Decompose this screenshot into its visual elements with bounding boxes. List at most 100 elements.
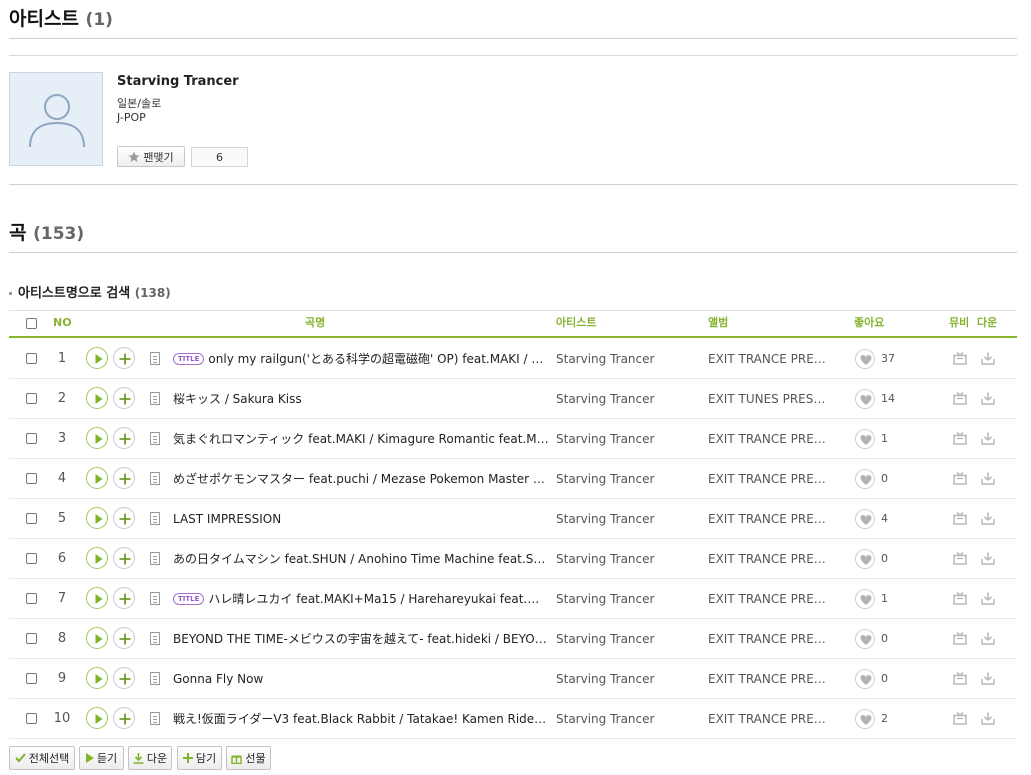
song-info-icon[interactable] — [150, 392, 160, 405]
album-cell[interactable]: EXIT TUNES PRESENTS — [708, 379, 828, 419]
artist-cell[interactable]: Starving Trancer — [556, 459, 696, 499]
add-to-playlist-button[interactable] — [113, 347, 135, 369]
song-title[interactable]: ハレ晴レユカイ feat.MAKI+Ma15 / Harehareyukai f… — [208, 592, 549, 606]
song-title-cell[interactable]: TITLE ハレ晴レユカイ feat.MAKI+Ma15 / Harehareyu… — [173, 579, 549, 619]
table-row[interactable]: 1 TITLE only my railgun('とある科学の超電磁砲' OP) f… — [9, 339, 1017, 379]
add-to-playlist-button[interactable] — [113, 707, 135, 729]
song-info-icon[interactable] — [150, 712, 160, 725]
row-checkbox[interactable] — [26, 353, 37, 364]
song-title-cell[interactable]: LAST IMPRESSION — [173, 499, 549, 539]
album-cell[interactable]: EXIT TRANCE PRESENTS — [708, 579, 828, 619]
song-title[interactable]: LAST IMPRESSION — [173, 512, 281, 526]
song-title-cell[interactable]: 気まぐれロマンティック feat.MAKI / Kimagure Romanti… — [173, 419, 549, 459]
artist-cell[interactable]: Starving Trancer — [556, 379, 696, 419]
play-button[interactable] — [86, 387, 108, 409]
song-info-icon[interactable] — [150, 672, 160, 685]
row-checkbox[interactable] — [26, 593, 37, 604]
download-icon[interactable] — [981, 432, 995, 445]
row-checkbox[interactable] — [26, 673, 37, 684]
download-icon[interactable] — [981, 632, 995, 645]
song-title-cell[interactable]: 桜キッス / Sakura Kiss — [173, 379, 549, 419]
artist-cell[interactable]: Starving Trancer — [556, 579, 696, 619]
add-to-playlist-button[interactable] — [113, 387, 135, 409]
table-row[interactable]: 2 桜キッス / Sakura Kiss Starving Trancer EXIT … — [9, 379, 1017, 419]
play-button[interactable] — [86, 587, 108, 609]
select-all-button[interactable]: 전체선택 — [9, 746, 75, 770]
artist-cell[interactable]: Starving Trancer — [556, 499, 696, 539]
add-to-playlist-button[interactable] — [113, 667, 135, 689]
music-video-icon[interactable] — [953, 712, 967, 725]
artist-cell[interactable]: Starving Trancer — [556, 339, 696, 379]
artist-cell[interactable]: Starving Trancer — [556, 619, 696, 659]
song-title-cell[interactable]: あの日タイムマシン feat.SHUN / Anohino Time Machi… — [173, 539, 549, 579]
artist-cell[interactable]: Starving Trancer — [556, 539, 696, 579]
download-icon[interactable] — [981, 672, 995, 685]
play-button[interactable] — [86, 667, 108, 689]
row-checkbox[interactable] — [26, 553, 37, 564]
download-icon[interactable] — [981, 712, 995, 725]
artist-cell[interactable]: Starving Trancer — [556, 419, 696, 459]
table-row[interactable]: 4 めざせポケモンマスター feat.puchi / Mezase Pokemon… — [9, 459, 1017, 499]
album-cell[interactable]: EXIT TRANCE PRESENTS — [708, 539, 828, 579]
like-button[interactable] — [855, 669, 875, 689]
fan-button[interactable]: 팬맺기 — [117, 146, 185, 167]
like-button[interactable] — [855, 629, 875, 649]
song-title-cell[interactable]: 戦え!仮面ライダーV3 feat.Black Rabbit / Tatakae!… — [173, 699, 549, 739]
album-cell[interactable]: EXIT TRANCE PRESENTS — [708, 699, 828, 739]
song-info-icon[interactable] — [150, 472, 160, 485]
song-title[interactable]: BEYOND THE TIME-メビウスの宇宙を越えて- feat.hideki… — [173, 632, 549, 646]
table-row[interactable]: 7 TITLE ハレ晴レユカイ feat.MAKI+Ma15 / Hareharey… — [9, 579, 1017, 619]
play-button[interactable] — [86, 507, 108, 529]
like-button[interactable] — [855, 429, 875, 449]
song-title[interactable]: 戦え!仮面ライダーV3 feat.Black Rabbit / Tatakae!… — [173, 712, 549, 726]
gift-button[interactable]: 선물 — [226, 746, 271, 770]
table-row[interactable]: 8 BEYOND THE TIME-メビウスの宇宙を越えて- feat.hidek… — [9, 619, 1017, 659]
music-video-icon[interactable] — [953, 472, 967, 485]
add-button[interactable]: 담기 — [177, 746, 222, 770]
row-checkbox[interactable] — [26, 513, 37, 524]
music-video-icon[interactable] — [953, 592, 967, 605]
music-video-icon[interactable] — [953, 392, 967, 405]
album-cell[interactable]: EXIT TRANCE PRESENTS — [708, 659, 828, 699]
like-button[interactable] — [855, 709, 875, 729]
download-icon[interactable] — [981, 592, 995, 605]
row-checkbox[interactable] — [26, 473, 37, 484]
play-button[interactable] — [86, 627, 108, 649]
row-checkbox[interactable] — [26, 633, 37, 644]
music-video-icon[interactable] — [953, 552, 967, 565]
table-row[interactable]: 3 気まぐれロマンティック feat.MAKI / Kimagure Romant… — [9, 419, 1017, 459]
table-row[interactable]: 10 戦え!仮面ライダーV3 feat.Black Rabbit / Tataka… — [9, 699, 1017, 739]
music-video-icon[interactable] — [953, 432, 967, 445]
song-info-icon[interactable] — [150, 552, 160, 565]
listen-button[interactable]: 듣기 — [79, 746, 124, 770]
song-title[interactable]: only my railgun('とある科学の超電磁砲' OP) feat.MA… — [208, 352, 549, 366]
like-button[interactable] — [855, 389, 875, 409]
artist-thumbnail[interactable] — [9, 72, 103, 166]
like-button[interactable] — [855, 549, 875, 569]
like-button[interactable] — [855, 589, 875, 609]
album-cell[interactable]: EXIT TRANCE PRESENTS — [708, 499, 828, 539]
artist-cell[interactable]: Starving Trancer — [556, 699, 696, 739]
download-icon[interactable] — [981, 472, 995, 485]
song-title-cell[interactable]: BEYOND THE TIME-メビウスの宇宙を越えて- feat.hideki… — [173, 619, 549, 659]
add-to-playlist-button[interactable] — [113, 587, 135, 609]
album-cell[interactable]: EXIT TRANCE PRESENTS — [708, 619, 828, 659]
play-button[interactable] — [86, 547, 108, 569]
song-info-icon[interactable] — [150, 592, 160, 605]
song-info-icon[interactable] — [150, 512, 160, 525]
row-checkbox[interactable] — [26, 713, 37, 724]
add-to-playlist-button[interactable] — [113, 467, 135, 489]
add-to-playlist-button[interactable] — [113, 547, 135, 569]
table-row[interactable]: 5 LAST IMPRESSION Starving Trancer EXIT TRA… — [9, 499, 1017, 539]
song-title[interactable]: Gonna Fly Now — [173, 672, 263, 686]
music-video-icon[interactable] — [953, 512, 967, 525]
add-to-playlist-button[interactable] — [113, 507, 135, 529]
table-row[interactable]: 6 あの日タイムマシン feat.SHUN / Anohino Time Mach… — [9, 539, 1017, 579]
music-video-icon[interactable] — [953, 632, 967, 645]
song-info-icon[interactable] — [150, 352, 160, 365]
download-button[interactable]: 다운 — [128, 746, 172, 770]
song-title-cell[interactable]: Gonna Fly Now — [173, 659, 549, 699]
download-icon[interactable] — [981, 552, 995, 565]
add-to-playlist-button[interactable] — [113, 627, 135, 649]
add-to-playlist-button[interactable] — [113, 427, 135, 449]
